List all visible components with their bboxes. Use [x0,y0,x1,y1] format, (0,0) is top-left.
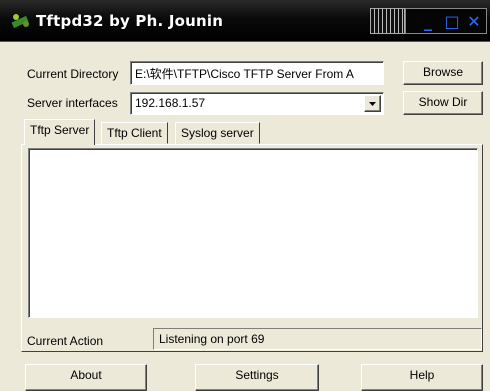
tab-tftp-server[interactable]: Tftp Server [24,119,96,145]
app-icon [10,12,32,30]
tab-syslog-server[interactable]: Syslog server [175,122,260,144]
server-interfaces-value: 192.168.1.57 [135,96,206,110]
current-directory-label: Current Directory [27,67,119,81]
current-action-value: Listening on port 69 [153,328,482,350]
server-log[interactable] [28,148,478,318]
settings-button[interactable]: Settings [195,364,319,391]
tab-tftp-client[interactable]: Tftp Client [101,122,168,144]
server-interfaces-select[interactable]: 192.168.1.57 [130,92,384,115]
about-button[interactable]: About [25,364,147,391]
browse-button[interactable]: Browse [403,61,483,85]
current-action-label: Current Action [27,334,104,348]
current-directory-field[interactable]: E:\软件\TFTP\Cisco TFTP Server From A [130,61,384,85]
maximize-button[interactable]: □ [442,12,462,32]
grip-icon [370,8,405,34]
chevron-down-icon[interactable] [364,95,381,112]
minimize-button[interactable]: _ [418,12,438,32]
help-button[interactable]: Help [361,364,483,391]
window-title: Tftpd32 by Ph. Jounin [36,12,224,30]
close-button[interactable]: ✕ [464,12,484,32]
show-dir-button[interactable]: Show Dir [403,91,483,115]
server-interfaces-label: Server interfaces [27,96,118,110]
